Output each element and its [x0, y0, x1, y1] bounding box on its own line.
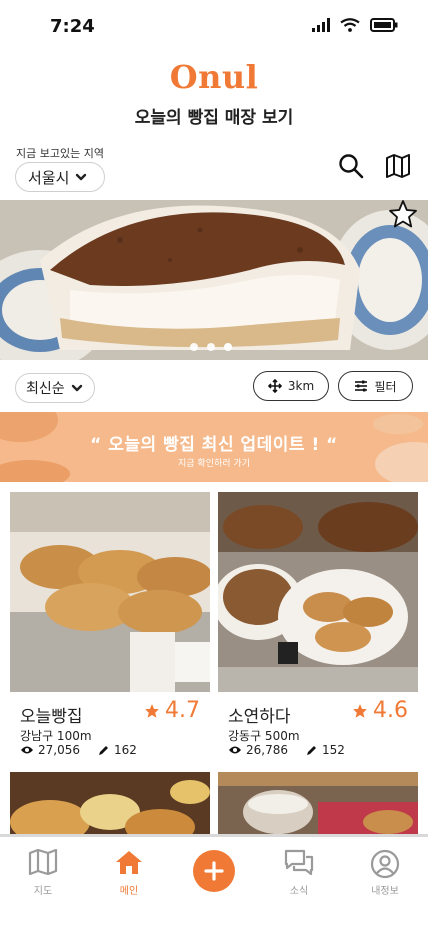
banner-subtitle: 지금 확인하러 가기	[178, 459, 250, 469]
carousel-dots	[190, 343, 232, 351]
store-posts: 162	[114, 743, 137, 757]
store-views: 26,786	[246, 743, 288, 757]
user-icon	[370, 849, 400, 879]
status-time: 7:24	[50, 16, 95, 37]
store-rating: 4.6	[352, 698, 408, 723]
store-card[interactable]	[218, 772, 418, 834]
sort-select[interactable]: 최신순	[15, 373, 95, 403]
banner-title: “ 오늘의 빵집 최신 업데이트 ! “	[90, 435, 338, 455]
store-location: 강동구 500m	[228, 729, 300, 743]
bottom-nav: 지도 메인 소식 내정보	[0, 834, 428, 926]
nav-label: 소식	[289, 886, 309, 897]
carousel-dot[interactable]	[207, 343, 215, 351]
home-icon	[116, 851, 142, 874]
eye-icon	[229, 746, 241, 754]
nav-item-news[interactable]: 소식	[269, 849, 329, 897]
sort-value: 최신순	[26, 381, 65, 397]
nav-label: 지도	[33, 886, 53, 897]
store-image	[10, 492, 210, 692]
chevron-down-icon	[76, 173, 87, 181]
chat-icon	[284, 849, 314, 876]
store-image	[218, 492, 418, 692]
region-caption: 지금 보고있는 지역	[16, 147, 104, 160]
filter-button[interactable]: 필터	[338, 371, 413, 401]
search-icon	[339, 154, 364, 179]
distance-label: 3km	[287, 379, 315, 393]
store-name: 오늘빵집	[20, 707, 83, 727]
carousel-dot[interactable]	[224, 343, 232, 351]
store-image	[218, 772, 418, 834]
signal-icon	[312, 18, 330, 32]
region-select[interactable]: 서울시	[15, 162, 105, 192]
store-card[interactable]: 오늘빵집 4.7 강남구 100m 27,056 162	[10, 492, 210, 762]
nav-item-profile[interactable]: 내정보	[355, 849, 415, 897]
pencil-icon	[307, 746, 316, 755]
page-title: 오늘의 빵집 매장 보기	[134, 108, 294, 128]
store-rating-value: 4.7	[165, 698, 200, 723]
store-card[interactable]: 소연하다 4.6 강동구 500m 26,786 152	[218, 492, 418, 762]
store-location: 강남구 100m	[20, 729, 92, 743]
pencil-icon	[99, 746, 108, 755]
add-post-button[interactable]	[193, 850, 235, 892]
sliders-icon	[355, 380, 368, 392]
carousel-dot[interactable]	[190, 343, 198, 351]
status-icons	[312, 18, 398, 32]
favorite-star-icon[interactable]	[388, 199, 418, 229]
wifi-icon	[340, 18, 360, 32]
move-icon	[267, 379, 282, 393]
store-name: 소연하다	[228, 707, 291, 727]
store-image	[10, 772, 210, 834]
status-bar: 7:24	[0, 0, 428, 52]
plus-icon	[204, 861, 224, 881]
map-icon	[386, 154, 410, 178]
chevron-down-icon	[71, 384, 82, 392]
search-button[interactable]	[336, 151, 366, 181]
nav-item-home[interactable]: 메인	[99, 849, 159, 897]
hero-image	[0, 200, 428, 360]
store-stats: 27,056 162	[20, 743, 137, 757]
eye-icon	[21, 746, 33, 754]
star-icon	[145, 703, 159, 718]
store-rating-value: 4.6	[373, 698, 408, 723]
map-icon	[28, 848, 58, 876]
battery-icon	[370, 18, 398, 32]
nav-label: 내정보	[371, 886, 399, 897]
nav-label: 메인	[119, 886, 139, 897]
region-value: 서울시	[28, 168, 70, 187]
store-rating: 4.7	[144, 698, 200, 723]
update-banner[interactable]: “ 오늘의 빵집 최신 업데이트 ! “ 지금 확인하러 가기	[0, 412, 428, 482]
distance-button[interactable]: 3km	[253, 371, 329, 401]
store-card[interactable]	[10, 772, 210, 834]
store-views: 27,056	[38, 743, 80, 757]
map-view-button[interactable]	[383, 151, 413, 181]
filter-label: 필터	[374, 379, 397, 394]
store-posts: 152	[322, 743, 345, 757]
star-icon	[353, 703, 367, 718]
hero-carousel[interactable]	[0, 200, 428, 360]
nav-item-map[interactable]: 지도	[13, 848, 73, 897]
app-logo: Onul	[169, 58, 259, 96]
store-stats: 26,786 152	[228, 743, 345, 757]
